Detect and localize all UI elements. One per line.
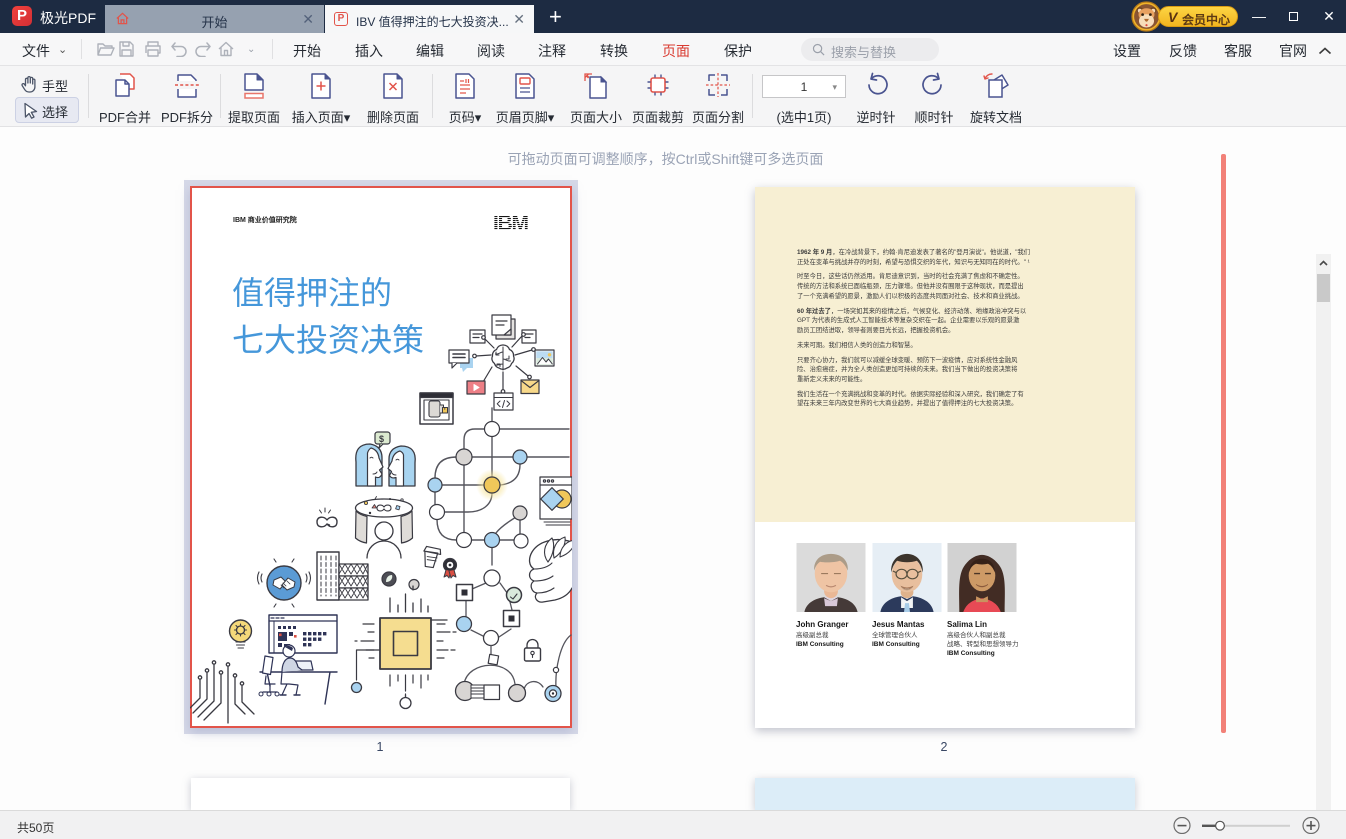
svg-text:$: $ [379, 434, 384, 444]
svg-text:IBM: IBM [493, 212, 529, 235]
